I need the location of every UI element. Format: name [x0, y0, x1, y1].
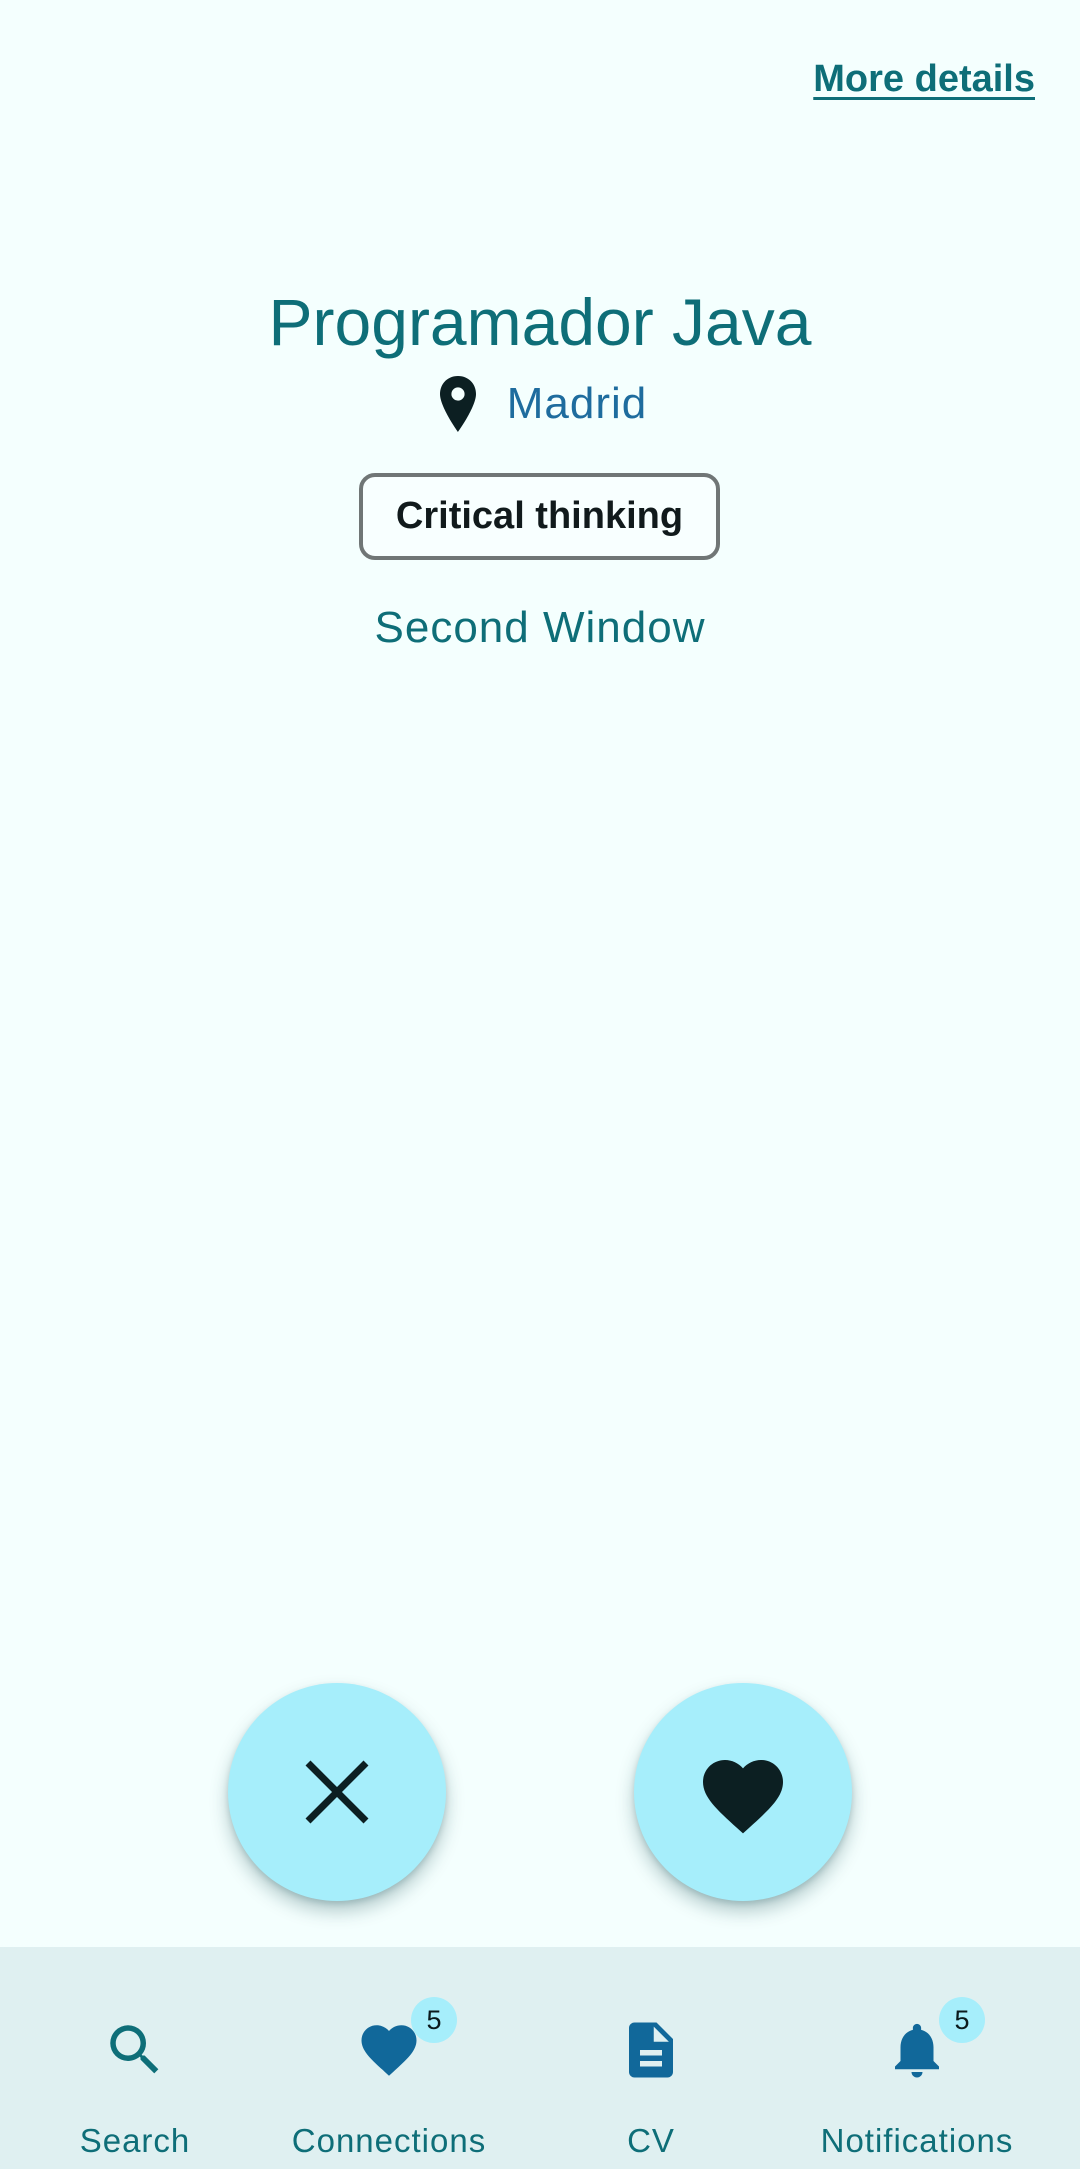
bell-icon: 5 — [884, 1997, 985, 2083]
close-icon — [302, 1757, 372, 1827]
nav-item-cv[interactable]: CV — [516, 1947, 786, 2169]
document-icon — [618, 2017, 684, 2083]
heart-icon — [695, 1748, 791, 1836]
nav-label-search: Search — [79, 2122, 191, 2159]
connections-badge: 5 — [411, 1997, 457, 2043]
nav-label-notifications: Notifications — [820, 2122, 1014, 2159]
job-location: Madrid — [0, 374, 1080, 434]
skill-chip: Critical thinking — [359, 473, 720, 560]
nav-item-notifications[interactable]: 5 Notifications — [782, 1947, 1052, 2169]
nav-label-connections: Connections — [291, 2122, 487, 2159]
more-details-link[interactable]: More details — [813, 58, 1035, 101]
location-text: Madrid — [506, 379, 648, 428]
notifications-badge: 5 — [939, 1997, 985, 2043]
heart-icon: 5 — [356, 1997, 457, 2083]
nav-item-search[interactable]: Search — [0, 1947, 270, 2169]
location-pin-icon — [433, 374, 483, 434]
like-button[interactable] — [634, 1683, 852, 1901]
nav-label-cv: CV — [627, 2122, 675, 2159]
search-icon — [102, 2017, 168, 2083]
nav-item-connections[interactable]: 5 Connections — [254, 1947, 524, 2169]
job-title: Programador Java — [268, 285, 812, 359]
dismiss-button[interactable] — [228, 1683, 446, 1901]
bottom-navigation: Search 5 Connections CV 5 Notifications — [0, 1947, 1080, 2169]
second-window-link[interactable]: Second Window — [0, 603, 1080, 653]
job-offer-screen: More details Programador Java Madrid Cri… — [0, 0, 1080, 2169]
